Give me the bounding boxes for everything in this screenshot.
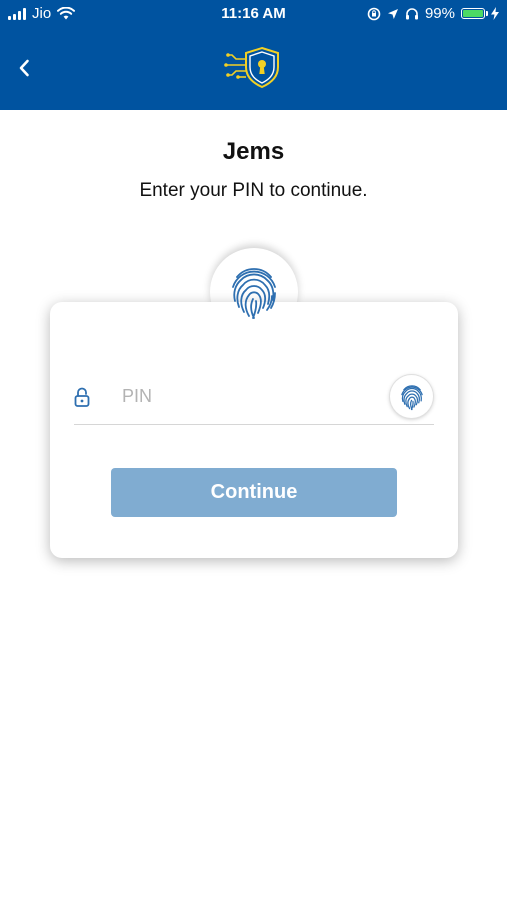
shield-keyhole-circuit-icon [224,46,279,89]
fingerprint-icon [232,268,276,319]
page-title: Jems [222,138,285,165]
lock-icon [74,387,90,407]
chevron-left-icon [19,59,29,77]
page-subtitle: Enter your PIN to continue. [139,180,368,201]
charging-icon [491,7,499,20]
location-icon [387,8,398,19]
pin-input[interactable] [112,378,382,414]
status-right: 99% [367,5,499,22]
battery-icon [461,8,488,19]
status-bar: Jio 11:16 AM 99% [0,0,507,28]
fingerprint-badge-content [210,248,298,336]
back-button[interactable] [10,52,38,84]
pin-underline [74,424,434,425]
fingerprint-icon [400,384,423,410]
headphones-icon [405,8,418,20]
continue-button[interactable]: Continue [111,468,397,517]
app-header: Jio 11:16 AM 99% [0,0,507,110]
battery-percent: 99% [424,5,455,22]
screen-lock-rotation-icon [367,7,381,20]
fingerprint-login-button[interactable] [390,375,433,418]
